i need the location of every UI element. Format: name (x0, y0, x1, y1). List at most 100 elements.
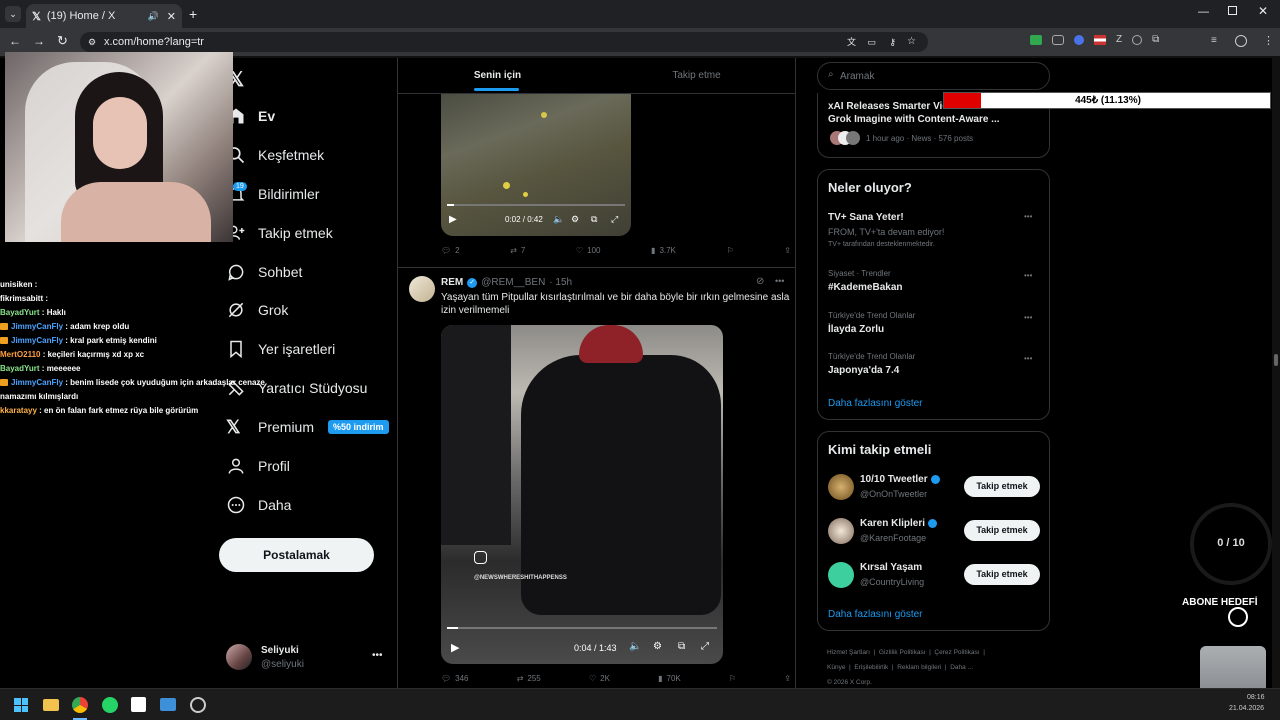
scrollbar[interactable] (1272, 58, 1280, 688)
chrome-icon[interactable] (72, 697, 88, 713)
extension-circle-icon[interactable] (1132, 35, 1143, 45)
windows-start-icon[interactable] (14, 698, 28, 712)
more-dots-icon[interactable]: ••• (1024, 313, 1032, 322)
footer-link[interactable]: Gizlilik Politikası (879, 649, 926, 656)
tab-for-you[interactable]: Senin için (398, 58, 597, 93)
extension-z-icon[interactable]: Z (1116, 35, 1122, 45)
nav-item-explore[interactable]: Keşfetmek (226, 143, 324, 167)
reload-button[interactable]: ↻ (57, 33, 68, 49)
scrollbar-thumb[interactable] (1274, 354, 1278, 366)
pip-icon[interactable]: ⧉ (591, 214, 597, 225)
grok-icon[interactable]: ⊘ (756, 276, 764, 287)
play-icon[interactable]: ▶ (451, 641, 459, 654)
like-button[interactable]: ♡ 2K (589, 674, 610, 683)
promo-item[interactable]: TV+ Sana Yeter! FROM, TV+'ta devam ediyo… (828, 212, 1043, 248)
close-tab-icon[interactable]: ✕ (167, 10, 176, 23)
video-progress[interactable] (447, 627, 717, 629)
share-button[interactable]: ⇪ (784, 246, 791, 255)
extension-green-icon[interactable] (1030, 35, 1042, 45)
author-name[interactable]: REM (441, 277, 463, 288)
volume-icon[interactable]: 🔈 (553, 214, 564, 225)
play-icon[interactable]: ▶ (449, 214, 457, 225)
nav-item-following[interactable]: Takip etmek (226, 221, 333, 245)
footer-link[interactable]: Hizmet Şartları (827, 649, 870, 656)
browser-tab[interactable]: 𝕏 (19) Home / X 🔊 ✕ (26, 4, 182, 28)
repost-button[interactable]: ⇄ 255 (517, 674, 541, 683)
forward-button[interactable]: → (33, 34, 45, 48)
more-dots-icon[interactable]: ••• (1024, 354, 1032, 363)
file-explorer-icon[interactable] (43, 699, 59, 711)
media-control-icon[interactable]: ≡ (1211, 35, 1217, 46)
nav-item-home[interactable]: Ev (226, 104, 275, 128)
reply-button[interactable]: 💬︎ 2 (441, 246, 460, 255)
extension-blue-icon[interactable] (1074, 35, 1084, 45)
follow-button[interactable]: Takip etmek (964, 564, 1040, 585)
trend-item[interactable]: Türkiye'de Trend Olanlar Japonya'da 7.4 … (828, 352, 1043, 376)
cast-icon[interactable]: ▭ (867, 32, 876, 52)
photos-icon[interactable] (160, 698, 176, 711)
views-button[interactable]: ▮ 3.7K (651, 246, 676, 255)
browser-menu-icon[interactable]: ⋮ (1263, 34, 1274, 47)
video-player[interactable]: ▶ 0:02 / 0:42 🔈 ⚙ ⧉ ⤢ (441, 94, 631, 236)
repost-button[interactable]: ⇄ 7 (510, 246, 525, 255)
follow-suggestion[interactable]: Kırsal Yaşam @CountryLiving Takip etmek (828, 562, 1043, 592)
extension-gamepad-icon[interactable] (1052, 35, 1064, 45)
settings-icon[interactable] (190, 697, 206, 713)
post-time[interactable]: · 15h (549, 277, 572, 288)
new-tab-button[interactable]: + (189, 6, 197, 22)
fullscreen-icon[interactable]: ⤢ (701, 641, 709, 652)
speaker-icon[interactable]: 🔊 (148, 11, 159, 22)
video-player[interactable]: @NEWSWHERESHITHAPPENSS ▶ 0:04 / 1:43 🔈 ⚙… (441, 325, 723, 664)
follow-button[interactable]: Takip etmek (964, 520, 1040, 541)
like-button[interactable]: ♡ 100 (576, 246, 601, 255)
tab-following[interactable]: Takip etme (597, 58, 795, 93)
extension-flag-icon[interactable] (1094, 35, 1106, 45)
show-more-link[interactable]: Daha fazlasını göster (828, 398, 923, 409)
nav-item-more[interactable]: Daha (226, 493, 291, 517)
post-button[interactable]: Postalamak (219, 538, 374, 572)
reply-button[interactable]: 💬︎ 346 (441, 674, 469, 683)
tab-search-button[interactable]: ⌄ (5, 6, 21, 22)
footer-link[interactable]: Erişilebilirlik (854, 664, 888, 671)
pip-icon[interactable]: ⧉ (678, 641, 685, 652)
volume-icon[interactable]: 🔈 (629, 641, 641, 652)
search-input[interactable]: ⌕ Aramak (817, 62, 1050, 90)
footer-link[interactable]: Daha ... (950, 664, 973, 671)
show-more-link[interactable]: Daha fazlasını göster (828, 609, 923, 620)
minimize-button[interactable]: — (1198, 6, 1209, 18)
site-info-icon[interactable]: ⚙ (88, 32, 96, 52)
trend-item[interactable]: Türkiye'de Trend Olanlar İlayda Zorlu ••… (828, 311, 1043, 335)
translate-icon[interactable]: 文 (847, 32, 856, 52)
follow-button[interactable]: Takip etmek (964, 476, 1040, 497)
share-button[interactable]: ⇪ (784, 674, 791, 683)
account-switcher[interactable]: Seliyuki @seliyuki ••• (226, 642, 384, 676)
more-dots-icon[interactable]: ••• (775, 276, 784, 286)
nav-item-premium[interactable]: 𝕏 Premium %50 indirim (226, 415, 389, 439)
more-dots-icon[interactable]: ••• (1024, 271, 1032, 280)
extensions-puzzle-icon[interactable]: ⧉ (1152, 35, 1159, 45)
profile-avatar-icon[interactable] (1235, 35, 1247, 47)
follow-suggestion[interactable]: 10/10 Tweetler @OnOnTweetler Takip etmek (828, 474, 1043, 504)
more-dots-icon[interactable]: ••• (372, 650, 383, 661)
address-bar[interactable]: ⚙ x.com/home?lang=tr 文 ▭ ⚷ ☆ (80, 32, 928, 52)
footer-link[interactable]: Çerez Politikası (934, 649, 979, 656)
more-dots-icon[interactable]: ••• (1024, 212, 1032, 221)
bookmark-button[interactable]: ⚐ (729, 674, 736, 683)
bookmark-button[interactable]: ⚐ (726, 246, 733, 255)
views-button[interactable]: ▮ 70K (658, 674, 681, 683)
follow-suggestion[interactable]: Karen Klipleri @KarenFootage Takip etmek (828, 518, 1043, 548)
maximize-button[interactable] (1228, 6, 1237, 15)
close-window-button[interactable]: ✕ (1258, 4, 1268, 18)
settings-icon[interactable]: ⚙ (571, 214, 579, 225)
footer-link[interactable]: Künye (827, 664, 845, 671)
avatar[interactable] (409, 276, 435, 302)
bookmark-star-icon[interactable]: ☆ (907, 32, 916, 52)
fullscreen-icon[interactable]: ⤢ (611, 214, 618, 225)
trend-item[interactable]: Siyaset · Trendler #KademeBakan ••• (828, 269, 1043, 293)
key-icon[interactable]: ⚷ (889, 32, 896, 52)
nav-item-profile[interactable]: Profil (226, 454, 290, 478)
author-handle[interactable]: @REM__BEN (481, 277, 545, 288)
app-icon[interactable] (131, 697, 146, 712)
footer-link[interactable]: Reklam bilgileri (897, 664, 941, 671)
back-button[interactable]: ← (9, 34, 21, 48)
